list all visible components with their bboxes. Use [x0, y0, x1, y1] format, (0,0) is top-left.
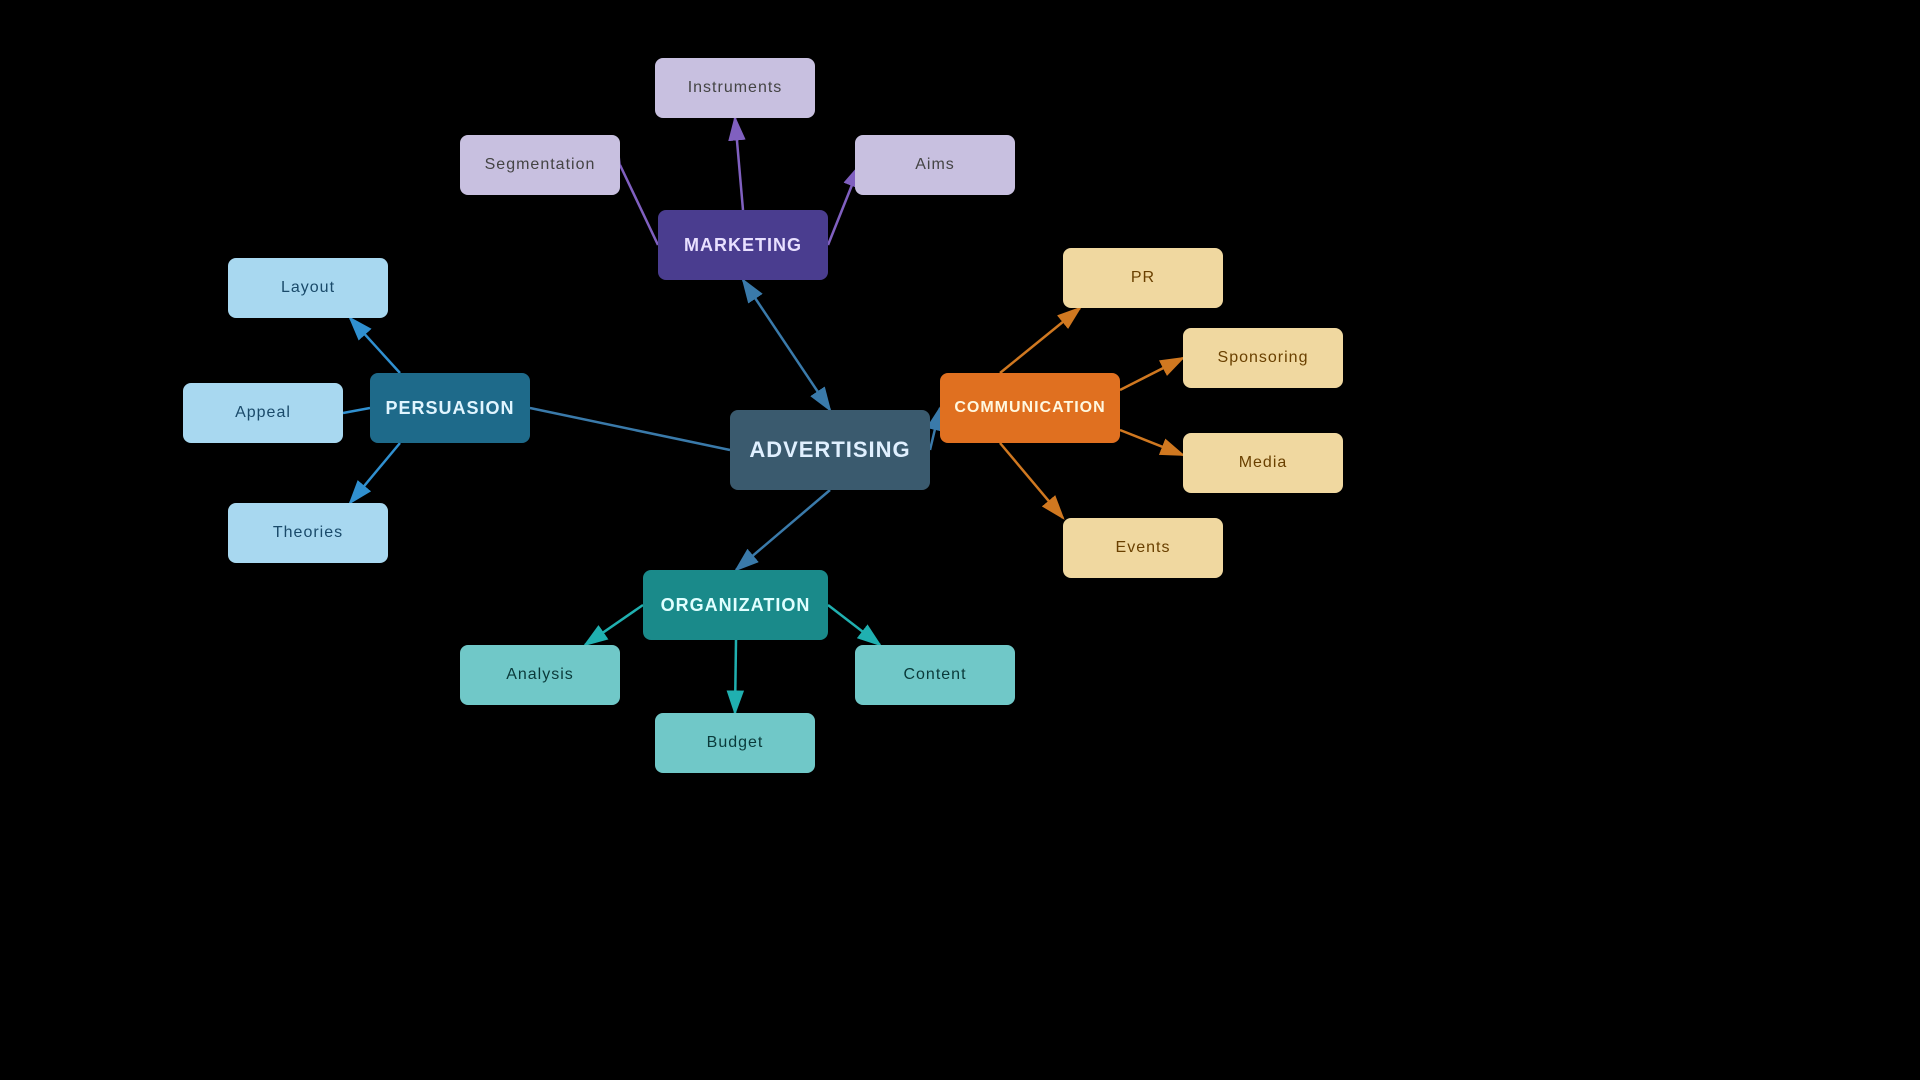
- aims-node: Aims: [855, 135, 1015, 195]
- content-label: Content: [903, 666, 966, 684]
- communication-node: COMMUNICATION: [940, 373, 1120, 443]
- communication-label: COMMUNICATION: [954, 399, 1105, 417]
- advertising-node: ADVERTISING: [730, 410, 930, 490]
- marketing-label: MARKETING: [684, 235, 802, 256]
- events-node: Events: [1063, 518, 1223, 578]
- theories-label: Theories: [273, 524, 343, 542]
- persuasion-node: PERSUASION: [370, 373, 530, 443]
- sponsoring-node: Sponsoring: [1183, 328, 1343, 388]
- appeal-label: Appeal: [235, 404, 291, 422]
- content-node: Content: [855, 645, 1015, 705]
- organization-node: ORGANIZATION: [643, 570, 828, 640]
- sponsoring-label: Sponsoring: [1218, 349, 1309, 367]
- instruments-node: Instruments: [655, 58, 815, 118]
- events-label: Events: [1116, 539, 1171, 557]
- pr-node: PR: [1063, 248, 1223, 308]
- pr-label: PR: [1131, 269, 1155, 287]
- marketing-node: MARKETING: [658, 210, 828, 280]
- persuasion-label: PERSUASION: [385, 398, 514, 419]
- advertising-label: ADVERTISING: [749, 437, 910, 463]
- organization-label: ORGANIZATION: [661, 595, 811, 616]
- segmentation-node: Segmentation: [460, 135, 620, 195]
- appeal-node: Appeal: [183, 383, 343, 443]
- layout-node: Layout: [228, 258, 388, 318]
- budget-label: Budget: [707, 734, 764, 752]
- theories-node: Theories: [228, 503, 388, 563]
- segmentation-label: Segmentation: [485, 156, 596, 174]
- budget-node: Budget: [655, 713, 815, 773]
- media-node: Media: [1183, 433, 1343, 493]
- analysis-node: Analysis: [460, 645, 620, 705]
- layout-label: Layout: [281, 279, 335, 297]
- analysis-label: Analysis: [506, 666, 574, 684]
- aims-label: Aims: [915, 156, 955, 174]
- instruments-label: Instruments: [688, 79, 783, 97]
- media-label: Media: [1239, 454, 1288, 472]
